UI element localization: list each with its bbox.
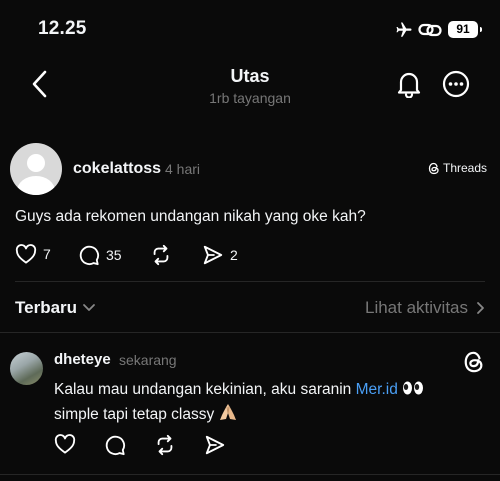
- reply-like-button[interactable]: [54, 434, 76, 454]
- repost-button[interactable]: [150, 244, 172, 266]
- reply-repost-button[interactable]: [154, 434, 176, 456]
- post-text: Guys ada rekomen undangan nikah yang oke…: [15, 208, 366, 225]
- reply-timestamp: sekarang: [119, 352, 177, 368]
- threads-label: Threads: [443, 161, 488, 175]
- bell-icon[interactable]: [396, 70, 422, 98]
- heart-icon: [54, 434, 76, 454]
- reply-text-line1: Kalau mau undangan kekinian, aku saranin: [54, 381, 356, 398]
- chevron-right-icon: [476, 301, 486, 315]
- threads-icon[interactable]: [463, 350, 485, 374]
- status-time: 12.25: [38, 18, 87, 39]
- reply-avatar[interactable]: [10, 352, 43, 385]
- more-icon[interactable]: [442, 70, 470, 98]
- reply-count: 35: [106, 247, 122, 263]
- repost-icon: [154, 434, 176, 456]
- comment-button[interactable]: 35: [78, 244, 122, 266]
- sort-dropdown[interactable]: Terbaru: [15, 298, 96, 318]
- share-button[interactable]: 2: [202, 244, 238, 266]
- heart-icon: [15, 244, 37, 264]
- threads-icon: [428, 162, 440, 175]
- divider: [15, 281, 485, 282]
- like-count: 7: [43, 246, 51, 262]
- divider: [0, 332, 500, 333]
- battery-icon: 91: [448, 21, 482, 38]
- sort-label: Terbaru: [15, 298, 78, 317]
- eyes-emoji-icon: [402, 380, 424, 396]
- reply-text-line2: simple tapi tetap classy: [54, 406, 215, 423]
- avatar[interactable]: [10, 143, 62, 195]
- view-activity-link[interactable]: Lihat aktivitas: [365, 298, 486, 318]
- comment-icon: [104, 434, 126, 456]
- send-icon: [202, 244, 224, 266]
- threads-badge[interactable]: Threads: [428, 161, 487, 175]
- post-timestamp: 4 hari: [165, 161, 201, 177]
- mention-link[interactable]: Mer.id: [356, 381, 398, 398]
- reply-username[interactable]: dheteye: [54, 351, 111, 368]
- view-count: 1rb tayangan: [209, 90, 291, 106]
- activity-label: Lihat aktivitas: [365, 298, 468, 317]
- chevron-down-icon: [82, 303, 96, 313]
- repost-icon: [150, 244, 172, 266]
- like-button[interactable]: 7: [15, 244, 51, 264]
- comment-icon: [78, 244, 100, 266]
- reply-comment-button[interactable]: [104, 434, 126, 456]
- praying-hands-emoji-icon: [218, 402, 238, 422]
- send-icon: [204, 434, 226, 456]
- airplane-icon: [394, 21, 414, 39]
- reply-text: Kalau mau undangan kekinian, aku saranin…: [54, 378, 424, 427]
- post-username[interactable]: cokelattoss: [73, 160, 161, 178]
- share-count: 2: [230, 247, 238, 263]
- divider: [0, 474, 500, 475]
- page-title: Utas: [230, 66, 270, 86]
- reply-share-button[interactable]: [204, 434, 226, 456]
- link-icon: [418, 22, 442, 38]
